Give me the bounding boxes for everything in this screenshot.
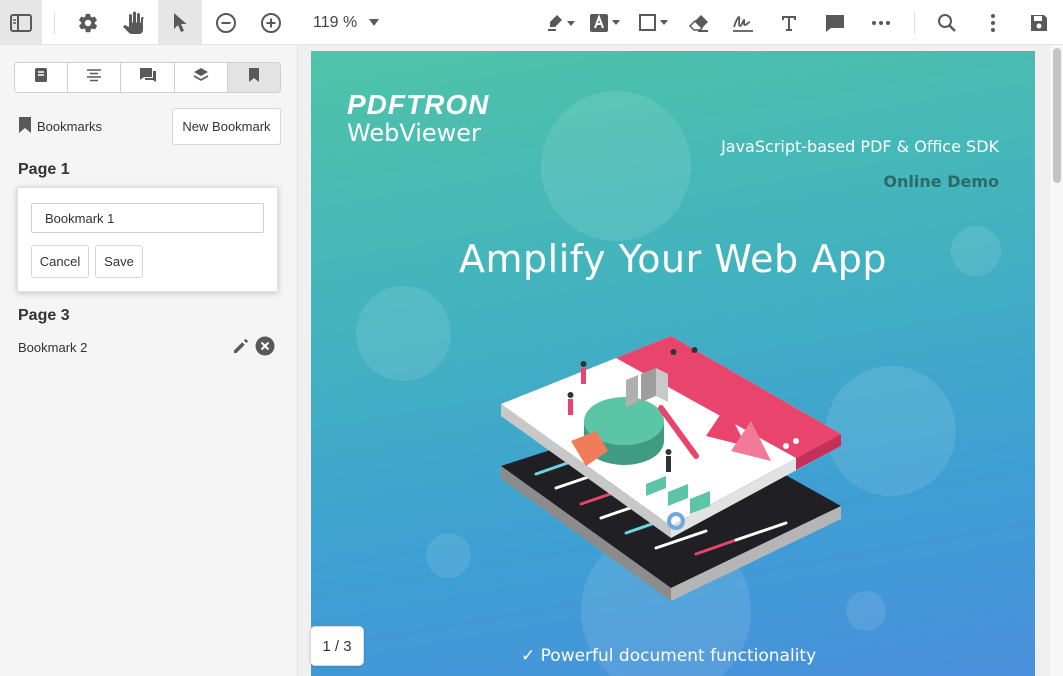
text-style-icon [589, 13, 623, 33]
highlighter-icon [546, 13, 576, 33]
page-indicator[interactable]: 1 / 3 [310, 626, 364, 666]
delete-icon[interactable] [255, 336, 275, 359]
panel-tabs [14, 62, 281, 93]
scrollbar-thumb[interactable] [1053, 48, 1061, 183]
zoom-value: 119 % [313, 14, 358, 31]
more-icon [871, 20, 891, 26]
save-document-button[interactable] [1018, 0, 1060, 45]
eraser-icon [688, 13, 710, 33]
document-page: PDFTRON WebViewer JavaScript-based PDF &… [311, 51, 1035, 676]
text-style-button[interactable] [587, 0, 625, 45]
decorative-circle [541, 91, 691, 241]
menu-button[interactable] [974, 0, 1012, 45]
bookmark-edit-card: Cancel Save [17, 187, 278, 292]
comment-icon [824, 13, 846, 33]
vertical-scrollbar[interactable] [1049, 45, 1063, 676]
tab-outline[interactable] [68, 63, 122, 92]
bookmarks-icon [248, 67, 260, 88]
pan-tool-button[interactable] [113, 0, 155, 45]
decorative-circle [356, 286, 451, 381]
toolbar-divider [914, 12, 915, 34]
zoom-out-button[interactable] [206, 0, 246, 45]
bookmark-icon [18, 116, 37, 137]
save-button[interactable]: Save [95, 245, 143, 278]
tagline: JavaScript-based PDF & Office SDK [721, 137, 999, 156]
page-3-label: Page 3 [18, 307, 70, 324]
search-button[interactable] [927, 0, 967, 45]
webviewer-logo: WebViewer [347, 119, 481, 147]
rectangle-icon [637, 13, 671, 33]
bookmark-item-actions [231, 335, 275, 359]
new-bookmark-button[interactable]: New Bookmark [172, 108, 281, 145]
headline: Amplify Your Web App [459, 237, 887, 281]
pointer-icon [172, 12, 188, 34]
panel-toggle-icon [10, 13, 32, 32]
comment-tool-button[interactable] [814, 0, 856, 45]
more-tools-button[interactable] [861, 0, 901, 45]
signature-icon [731, 12, 755, 34]
save-icon [1029, 13, 1049, 33]
hand-icon [122, 11, 146, 35]
feature-bullet: ✓ Powerful document functionality [521, 646, 817, 666]
tab-layers[interactable] [175, 63, 228, 92]
document-viewport[interactable]: PDFTRON WebViewer JavaScript-based PDF &… [298, 45, 1049, 676]
left-panel: Bookmarks New Bookmark Page 1 Cancel Sav… [0, 45, 298, 676]
tab-thumbnails[interactable] [15, 63, 69, 92]
zoom-out-icon [215, 12, 237, 34]
chevron-down-icon [368, 0, 380, 45]
edit-icon[interactable] [231, 336, 251, 359]
gear-icon [77, 12, 99, 34]
text-icon [780, 14, 798, 32]
layers-icon [193, 67, 209, 88]
select-tool-button[interactable] [158, 0, 202, 45]
text-tool-button[interactable] [770, 0, 808, 45]
outline-icon [86, 68, 102, 87]
search-icon [937, 13, 957, 33]
zoom-in-button[interactable] [251, 0, 291, 45]
bookmark-name-input[interactable] [31, 203, 264, 233]
cancel-button[interactable]: Cancel [31, 245, 89, 278]
shape-tool-button[interactable] [634, 0, 674, 45]
tab-comments[interactable] [121, 63, 175, 92]
toolbar-divider [54, 12, 55, 34]
zoom-dropdown[interactable]: 119 % [313, 0, 380, 45]
bookmarks-title: Bookmarks [37, 118, 103, 134]
pdftron-logo: PDFTRON [347, 89, 490, 120]
page-1-label: Page 1 [18, 161, 70, 178]
zoom-in-icon [260, 12, 282, 34]
toolbar: 119 % [0, 0, 1063, 45]
decorative-circle [426, 533, 471, 578]
highlight-tool-button[interactable] [541, 0, 581, 45]
kebab-icon [990, 13, 996, 33]
panel-toggle-button[interactable] [0, 0, 42, 45]
eraser-button[interactable] [680, 0, 718, 45]
isometric-illustration [496, 316, 856, 606]
signature-button[interactable] [723, 0, 763, 45]
bookmarks-header: Bookmarks [18, 116, 102, 136]
comments-icon [139, 67, 157, 88]
bookmark-item-label: Bookmark 2 [18, 339, 88, 355]
settings-button[interactable] [68, 0, 108, 45]
thumbnails-icon [34, 67, 48, 88]
online-demo-label: Online Demo [883, 172, 999, 191]
bookmark-item[interactable]: Bookmark 2 [18, 335, 278, 359]
tab-bookmarks[interactable] [227, 63, 280, 92]
